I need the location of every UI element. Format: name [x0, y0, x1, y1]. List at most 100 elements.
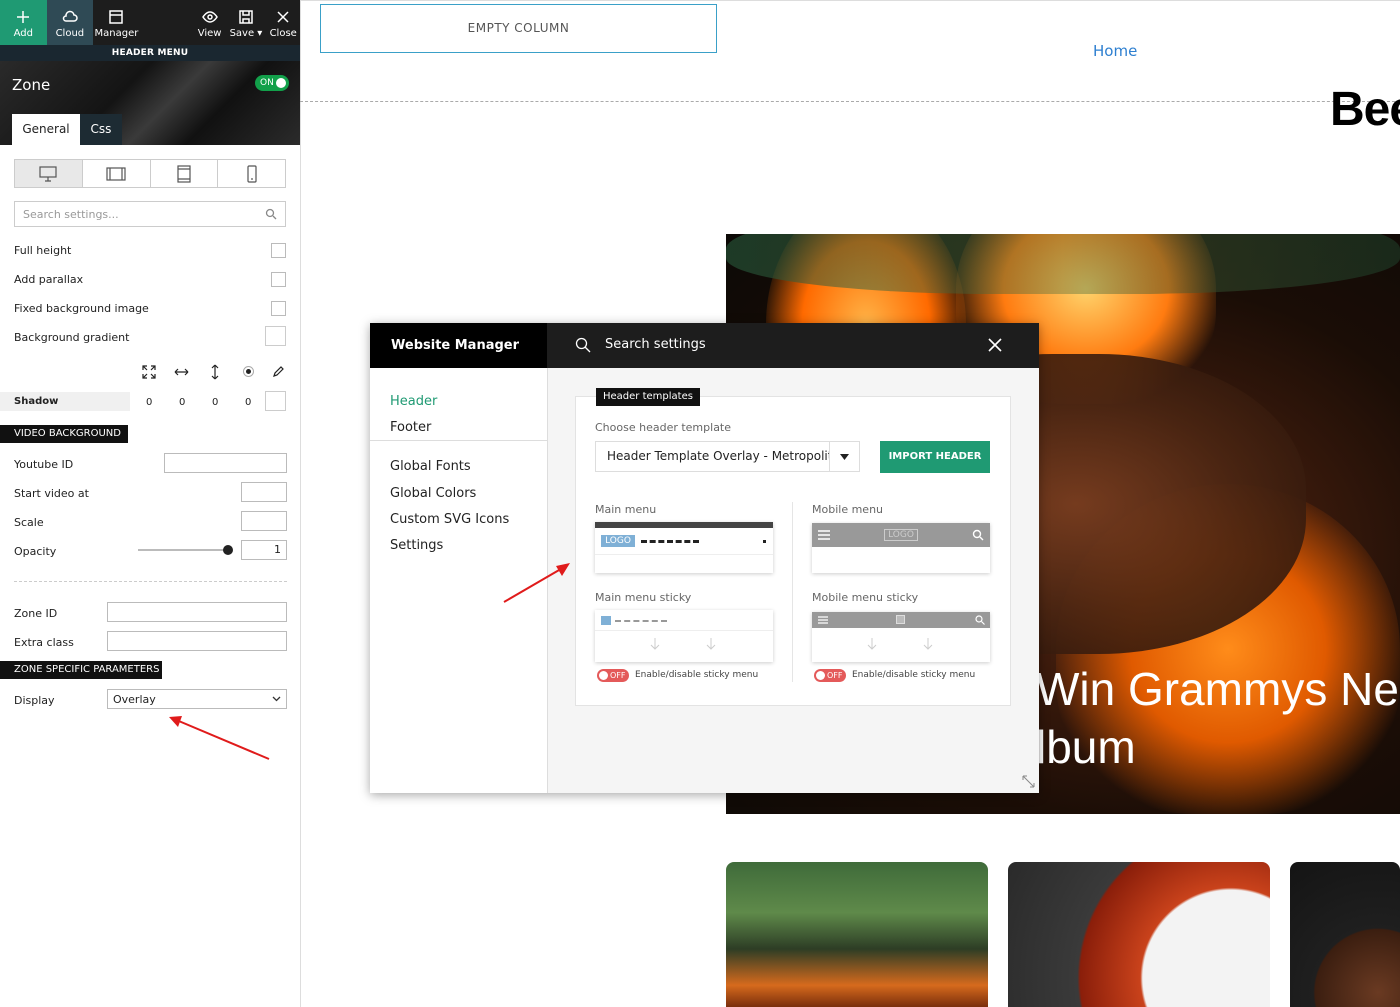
- zone-specific-section: ZONE SPECIFIC PARAMETERS: [0, 661, 162, 679]
- mobile-sticky-toggle[interactable]: OFF: [814, 669, 846, 682]
- preview-line: [595, 554, 773, 555]
- preview-menu-items: [641, 540, 699, 543]
- nav-global-fonts[interactable]: Global Fonts: [390, 459, 471, 474]
- main-menu-label: Main menu: [595, 503, 657, 516]
- shadow-color-swatch[interactable]: [265, 391, 286, 411]
- article-thumbnail[interactable]: [1290, 862, 1400, 1007]
- fixed-bg-checkbox[interactable]: [271, 301, 286, 316]
- shadow-x-value[interactable]: 0: [146, 397, 152, 408]
- opacity-input[interactable]: 1: [241, 540, 287, 560]
- close-icon[interactable]: [988, 338, 1002, 352]
- hero-headline-line2: lbum: [1036, 721, 1136, 773]
- horizontal-arrows-icon[interactable]: [174, 365, 189, 379]
- main-sticky-toggle[interactable]: OFF: [597, 669, 629, 682]
- nav-settings[interactable]: Settings: [390, 538, 443, 553]
- shadow-y-value[interactable]: 0: [179, 397, 185, 408]
- display-select[interactable]: Overlay: [107, 689, 287, 709]
- view-button[interactable]: View: [194, 0, 226, 45]
- preview-logo: LOGO: [601, 535, 635, 547]
- zone-toggle[interactable]: ON: [255, 75, 289, 91]
- save-button[interactable]: Save ▾: [225, 0, 266, 45]
- main-menu-preview[interactable]: LOGO: [595, 522, 773, 573]
- preview-mobile-bar: [812, 612, 990, 628]
- scale-input[interactable]: [241, 511, 287, 531]
- device-tablet[interactable]: [151, 160, 219, 187]
- main-sticky-label: Enable/disable sticky menu: [635, 670, 759, 680]
- bg-gradient-label: Background gradient: [14, 331, 130, 344]
- device-desktop[interactable]: [15, 160, 83, 187]
- opacity-slider-handle[interactable]: [223, 545, 233, 555]
- zone-id-input[interactable]: [107, 602, 287, 622]
- video-background-section: VIDEO BACKGROUND: [0, 425, 128, 443]
- settings-search-input[interactable]: Search settings...: [14, 201, 286, 227]
- close-button[interactable]: Close: [266, 0, 300, 45]
- expand-icon[interactable]: [142, 365, 156, 379]
- tab-general[interactable]: General: [12, 114, 80, 145]
- zone-header: Zone ON General Css: [0, 61, 300, 145]
- close-label: Close: [269, 28, 297, 39]
- nav-header[interactable]: Header: [390, 394, 437, 409]
- plus-icon: [17, 11, 30, 23]
- site-heading: Bee: [1330, 83, 1400, 136]
- preview-line: [595, 630, 773, 631]
- youtube-id-input[interactable]: [164, 453, 287, 473]
- blur-icon[interactable]: [242, 365, 255, 378]
- column-divider: [792, 502, 793, 682]
- cloud-button[interactable]: Cloud: [46, 0, 94, 45]
- nav-divider: [370, 440, 548, 441]
- add-parallax-checkbox[interactable]: [271, 272, 286, 287]
- shadow-blur-value[interactable]: 0: [212, 397, 218, 408]
- display-label: Display: [14, 694, 55, 707]
- header-templates-card: Header templates Choose header template …: [575, 388, 1011, 706]
- add-button[interactable]: Add: [0, 0, 47, 45]
- search-icon: [972, 529, 984, 541]
- opacity-slider-track[interactable]: [138, 549, 230, 551]
- start-video-label: Start video at: [14, 487, 89, 500]
- vertical-arrows-icon[interactable]: [209, 364, 221, 380]
- preview-logo-mini: [896, 615, 905, 624]
- start-video-input[interactable]: [241, 482, 287, 502]
- hamburger-icon: [818, 616, 828, 624]
- manager-search-input[interactable]: Search settings: [605, 337, 706, 352]
- mobile-menu-sticky-preview[interactable]: [812, 612, 990, 662]
- preview-logo-mini: [601, 616, 611, 625]
- article-thumbnail[interactable]: [1008, 862, 1270, 1007]
- tab-css[interactable]: Css: [80, 114, 122, 145]
- manager-button[interactable]: Manager: [93, 0, 140, 45]
- home-nav-link[interactable]: Home: [1093, 42, 1137, 60]
- zone-id-label: Zone ID: [14, 607, 58, 620]
- device-tablet-landscape[interactable]: [83, 160, 151, 187]
- shadow-spread-value[interactable]: 0: [245, 397, 251, 408]
- main-menu-sticky-preview[interactable]: [595, 610, 773, 662]
- template-select[interactable]: Header Template Overlay - Metropolitan: [595, 441, 860, 472]
- choose-template-label: Choose header template: [595, 421, 732, 434]
- import-header-button[interactable]: IMPORT HEADER: [880, 441, 990, 473]
- article-thumbnail[interactable]: [726, 862, 988, 1007]
- arrow-down-icon: [923, 638, 933, 650]
- bg-gradient-swatch[interactable]: [265, 326, 286, 346]
- device-switcher: [14, 159, 286, 188]
- resize-icon[interactable]: [1022, 775, 1035, 788]
- device-mobile[interactable]: [218, 160, 285, 187]
- nav-footer[interactable]: Footer: [390, 420, 431, 435]
- canvas-top-border: [300, 0, 1400, 1]
- tablet-landscape-icon: [106, 166, 126, 181]
- caret-down-icon: [840, 454, 849, 460]
- full-height-checkbox[interactable]: [271, 243, 286, 258]
- add-label: Add: [13, 28, 33, 39]
- select-arrow-box: [829, 442, 859, 471]
- mobile-menu-preview[interactable]: LOGO: [812, 523, 990, 573]
- empty-column[interactable]: EMPTY COLUMN: [320, 4, 717, 53]
- main-menu-sticky-label: Main menu sticky: [595, 591, 692, 604]
- fixed-bg-label: Fixed background image: [14, 302, 149, 315]
- website-manager-dialog: Website Manager Search settings Header F…: [370, 323, 1039, 793]
- nav-custom-svg-icons[interactable]: Custom SVG Icons: [390, 512, 509, 527]
- view-label: View: [197, 28, 222, 39]
- extra-class-input[interactable]: [107, 631, 287, 651]
- zone-divider: [300, 101, 1400, 102]
- preview-dot: [763, 540, 766, 543]
- pencil-icon[interactable]: [272, 365, 285, 378]
- arrow-down-icon: [650, 638, 660, 650]
- divider: [14, 581, 287, 582]
- nav-global-colors[interactable]: Global Colors: [390, 486, 476, 501]
